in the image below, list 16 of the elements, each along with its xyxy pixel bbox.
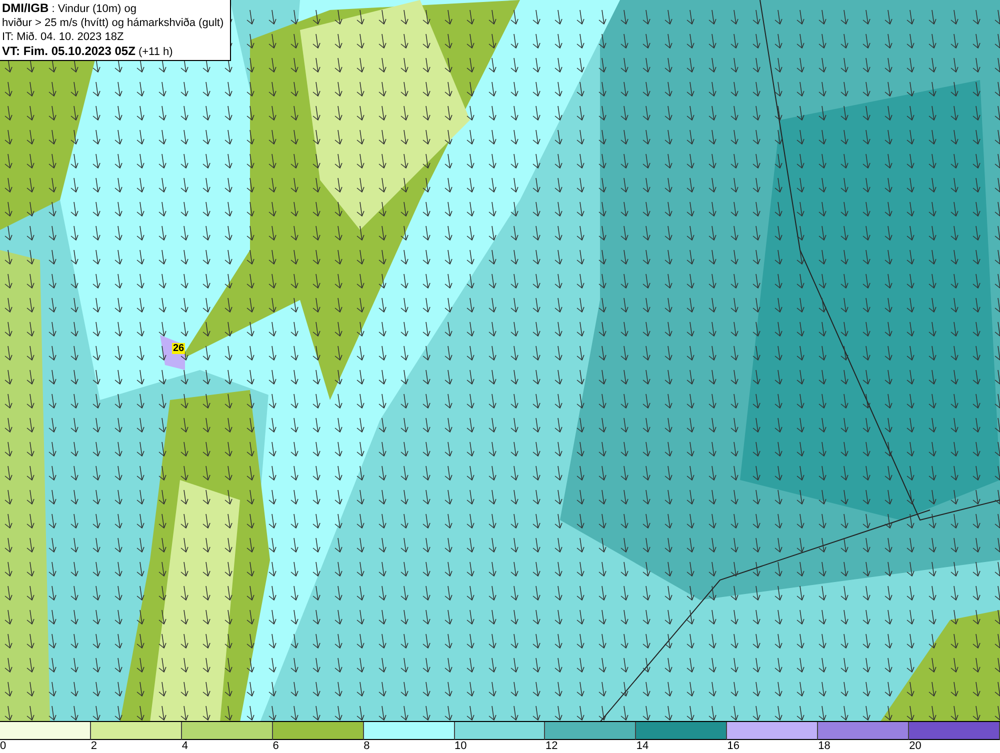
info-line: IT: Mið. 04. 10. 2023 18Z (2, 30, 125, 44)
legend-tick-label: 0 (0, 740, 6, 752)
info-line: VT: Fim. 05.10.2023 05Z (+11 h) (2, 44, 174, 59)
legend-tick-label: 18 (818, 740, 830, 752)
legend-tick-label: 4 (182, 740, 188, 752)
legend-tick-label: 16 (727, 740, 740, 752)
legend-tick-label: 6 (272, 740, 279, 752)
legend-tick-label: 10 (454, 740, 467, 752)
legend-tick-label: 8 (364, 740, 370, 752)
legend-tick-label: 20 (909, 740, 922, 752)
legend-tick-label: 2 (90, 740, 98, 752)
info-line: hviður > 25 m/s (hvítt) og hámarkshviða (gult) (2, 16, 225, 30)
legend-tick-label: 12 (545, 740, 558, 752)
legend-tick-label: 14 (636, 740, 649, 752)
info-line: DMI/IGB : Vindur (10m) og (2, 1, 138, 16)
max-gust-label: 26 (172, 343, 186, 354)
